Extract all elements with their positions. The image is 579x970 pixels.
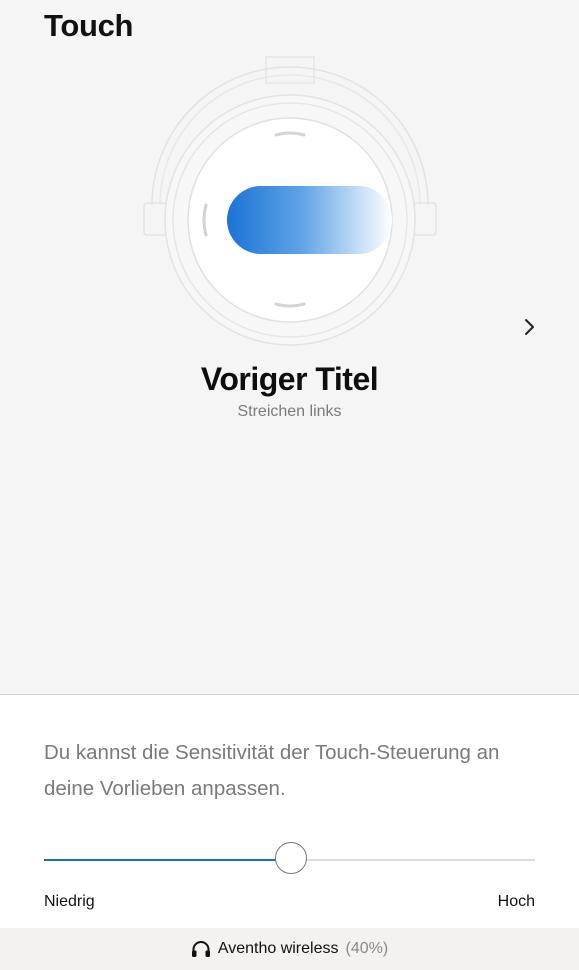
chevron-right-icon: [525, 319, 534, 335]
gesture-subtitle: Streichen links: [237, 403, 342, 420]
gesture-title: Voriger Titel: [200, 361, 379, 397]
battery-level: (40%): [345, 940, 389, 957]
slider-thumb[interactable]: [274, 842, 307, 874]
slider-high-label: Hoch: [497, 893, 535, 910]
device-status-bar[interactable]: Aventho wireless (40%): [0, 928, 579, 970]
sensitivity-panel: Du kannst die Sensitivität der Touch-Ste…: [0, 694, 579, 929]
slider-low-label: Niedrig: [44, 893, 95, 910]
slider-fill: [44, 859, 292, 861]
headphone-illustration: [143, 56, 437, 346]
sensitivity-slider[interactable]: [44, 841, 535, 879]
page-title: Touch: [44, 8, 134, 43]
sensitivity-description: Du kannst die Sensitivität der Touch-Ste…: [44, 741, 500, 800]
next-gesture-button[interactable]: [515, 312, 545, 342]
device-name: Aventho wireless: [217, 940, 339, 957]
headphones-icon: [191, 940, 211, 958]
swipe-gesture-indicator: [227, 186, 392, 254]
